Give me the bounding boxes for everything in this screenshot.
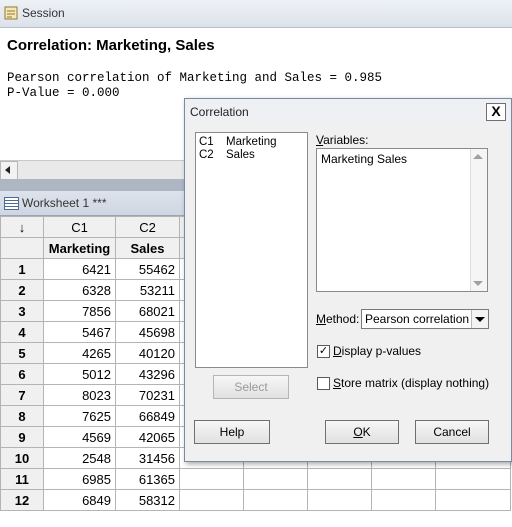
chevron-down-icon[interactable] [471, 310, 488, 328]
session-titlebar: Session [0, 0, 512, 28]
session-horizontal-scrollbar[interactable] [0, 160, 190, 180]
cell-marketing[interactable]: 7625 [43, 405, 116, 427]
row-header[interactable]: 1 [0, 258, 44, 280]
row-header[interactable]: 10 [0, 447, 44, 469]
empty-cell[interactable] [179, 489, 244, 511]
cell-sales[interactable]: 45698 [115, 321, 180, 343]
column-header-c1[interactable]: C1 [43, 216, 116, 238]
cell-sales[interactable]: 31456 [115, 447, 180, 469]
help-button[interactable]: Help [194, 420, 270, 444]
empty-cell[interactable] [371, 489, 436, 511]
variable-list[interactable]: C1 Marketing C2 Sales [195, 132, 308, 368]
display-pvalues-checkbox[interactable]: ✓ [317, 345, 330, 358]
method-label: Method: [316, 312, 360, 326]
cell-marketing[interactable]: 6421 [43, 258, 116, 280]
cell-marketing[interactable]: 6849 [43, 489, 116, 511]
worksheet-title: Worksheet 1 *** [22, 196, 107, 210]
row-header[interactable]: 5 [0, 342, 44, 364]
cell-sales[interactable]: 53211 [115, 279, 180, 301]
data-direction-arrow-icon[interactable]: ↓ [0, 216, 44, 238]
cell-sales[interactable]: 40120 [115, 342, 180, 364]
variable-list-item[interactable]: C2 Sales [199, 149, 255, 161]
empty-cell[interactable] [307, 468, 372, 490]
cell-sales[interactable]: 68021 [115, 300, 180, 322]
row-header[interactable]: 11 [0, 468, 44, 490]
store-matrix-label[interactable]: Store matrix (display nothing) [333, 376, 489, 390]
cell-marketing[interactable]: 5012 [43, 363, 116, 385]
empty-cell[interactable] [179, 468, 244, 490]
empty-cell[interactable] [243, 489, 308, 511]
cell-sales[interactable]: 43296 [115, 363, 180, 385]
cell-marketing[interactable]: 7856 [43, 300, 116, 322]
empty-cell[interactable] [243, 468, 308, 490]
dialog-titlebar: Correlation X [185, 99, 511, 123]
display-pvalues-label[interactable]: Display p-values [333, 344, 421, 358]
variables-scrollbar[interactable] [470, 149, 487, 291]
row-header[interactable]: 3 [0, 300, 44, 322]
correlation-result-line: Pearson correlation of Marketing and Sal… [7, 71, 383, 85]
scroll-left-arrow-icon[interactable] [0, 161, 18, 180]
cell-sales[interactable]: 58312 [115, 489, 180, 511]
variable-column-number: C2 [199, 149, 214, 161]
cell-sales[interactable]: 66849 [115, 405, 180, 427]
row-header[interactable]: 12 [0, 489, 44, 511]
table-row: 12 6849 58312 [0, 489, 511, 511]
table-row: 11 6985 61365 [0, 468, 511, 490]
empty-cell[interactable] [371, 468, 436, 490]
window-separator [0, 179, 190, 191]
session-heading: Correlation: Marketing, Sales [7, 37, 215, 54]
scroll-down-arrow-icon[interactable] [473, 281, 483, 286]
row-header[interactable]: 8 [0, 405, 44, 427]
correlation-dialog: Correlation X C1 Marketing C2 Sales Variab… [184, 98, 512, 462]
dialog-title: Correlation [190, 105, 249, 119]
method-selected-value: Pearson correlation [365, 312, 470, 326]
row-header-name [0, 237, 44, 259]
variables-field[interactable]: Marketing Sales [316, 148, 488, 292]
variable-column-name: Sales [226, 149, 255, 161]
column-header-c2[interactable]: C2 [115, 216, 180, 238]
variable-list-item[interactable]: C1 Marketing [199, 136, 277, 148]
variable-column-number: C1 [199, 136, 214, 148]
worksheet-grid-icon [4, 197, 19, 210]
select-button[interactable]: Select [213, 375, 289, 399]
cell-marketing[interactable]: 4569 [43, 426, 116, 448]
ok-button[interactable]: OK [325, 420, 399, 444]
column-name-marketing[interactable]: Marketing [43, 237, 116, 259]
cell-sales[interactable]: 55462 [115, 258, 180, 280]
row-header[interactable]: 4 [0, 321, 44, 343]
cell-marketing[interactable]: 6328 [43, 279, 116, 301]
empty-cell[interactable] [435, 468, 511, 490]
cell-marketing[interactable]: 6985 [43, 468, 116, 490]
pvalue-line: P-Value = 0.000 [7, 86, 120, 100]
cell-sales[interactable]: 70231 [115, 384, 180, 406]
variables-label: Variables: [316, 133, 369, 147]
column-name-sales[interactable]: Sales [115, 237, 180, 259]
close-button[interactable]: X [486, 103, 506, 121]
cell-marketing[interactable]: 8023 [43, 384, 116, 406]
scroll-up-arrow-icon[interactable] [473, 154, 483, 159]
variables-value: Marketing Sales [321, 152, 408, 166]
cell-marketing[interactable]: 5467 [43, 321, 116, 343]
cell-marketing[interactable]: 4265 [43, 342, 116, 364]
cell-sales[interactable]: 42065 [115, 426, 180, 448]
variable-column-name: Marketing [226, 136, 277, 148]
row-header[interactable]: 6 [0, 363, 44, 385]
empty-cell[interactable] [307, 489, 372, 511]
cell-marketing[interactable]: 2548 [43, 447, 116, 469]
session-icon [4, 6, 18, 20]
row-header[interactable]: 9 [0, 426, 44, 448]
cancel-button[interactable]: Cancel [415, 420, 489, 444]
store-matrix-checkbox[interactable] [317, 377, 330, 390]
cell-sales[interactable]: 61365 [115, 468, 180, 490]
empty-cell[interactable] [435, 489, 511, 511]
row-header[interactable]: 2 [0, 279, 44, 301]
method-select[interactable]: Pearson correlation [361, 309, 489, 329]
row-header[interactable]: 7 [0, 384, 44, 406]
session-title: Session [22, 6, 65, 20]
